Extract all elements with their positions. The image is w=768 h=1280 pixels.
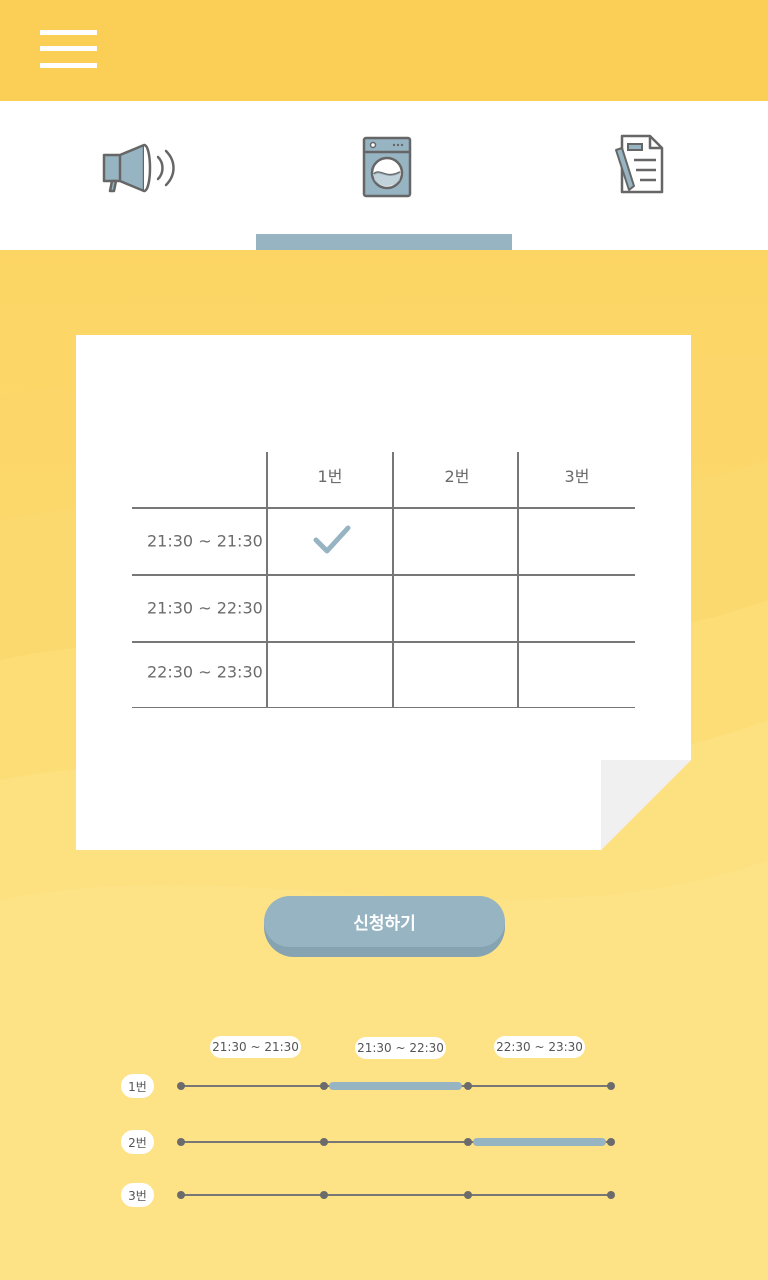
tab-notice[interactable] [0,101,256,250]
hamburger-icon[interactable] [40,30,97,68]
table-cell-row1-machine2[interactable] [394,509,517,574]
column-header-machine-3: 3번 [564,467,590,486]
tab-laundry[interactable] [256,101,512,250]
time-slot-label: 21:30 ~ 21:30 [147,531,263,551]
time-slot-label: 22:30 ~ 23:30 [147,662,263,682]
column-header-machine-2: 2번 [444,467,470,486]
table-cell-row2-machine1[interactable] [268,576,392,641]
timeline-slot-pill: 22:30 ~ 23:30 [494,1036,585,1058]
apply-button-label: 신청하기 [264,896,505,947]
active-tab-indicator [256,234,512,250]
table-cell-row3-machine1[interactable] [268,643,392,707]
table-cell-row3-machine2[interactable] [394,643,517,707]
table-cell-row2-machine2[interactable] [394,576,517,641]
table-cell-row3-machine3[interactable] [519,643,635,707]
timeline-machine-pill: 2번 [121,1130,154,1154]
timeline-slot-pill: 21:30 ~ 21:30 [210,1036,301,1058]
tab-bar [0,101,768,250]
megaphone-icon [102,143,175,193]
washing-machine-icon [362,136,412,198]
timeline-machine-pill: 1번 [121,1074,154,1098]
tab-application-form[interactable] [512,101,768,250]
apply-button[interactable]: 신청하기 [264,896,505,957]
time-slot-label: 21:30 ~ 22:30 [147,598,263,618]
timeline-machine-pill: 3번 [121,1183,154,1207]
timeline-slot-pill: 21:30 ~ 22:30 [355,1037,446,1059]
column-header-machine-1: 1번 [317,467,343,486]
top-app-bar [0,0,768,101]
document-pen-icon [615,134,664,194]
table-cell-row2-machine3[interactable] [519,576,635,641]
table-cell-row1-machine3[interactable] [519,509,635,574]
checkmark-icon[interactable] [313,524,351,556]
